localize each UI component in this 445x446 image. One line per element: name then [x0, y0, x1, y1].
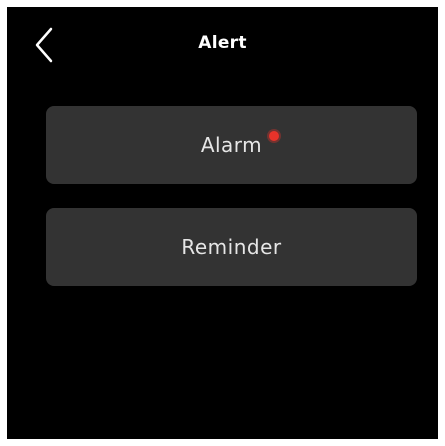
reminder-label: Reminder	[181, 235, 282, 259]
notification-dot	[269, 131, 280, 141]
alarm-button[interactable]: Alarm	[46, 106, 417, 184]
header-bar: Alert	[7, 7, 438, 87]
alert-screen: Alert Alarm Reminder	[7, 7, 438, 439]
alarm-label: Alarm	[200, 131, 280, 157]
alarm-label-text: Alarm	[200, 133, 263, 157]
reminder-button[interactable]: Reminder	[46, 208, 417, 286]
page-title: Alert	[198, 33, 247, 53]
